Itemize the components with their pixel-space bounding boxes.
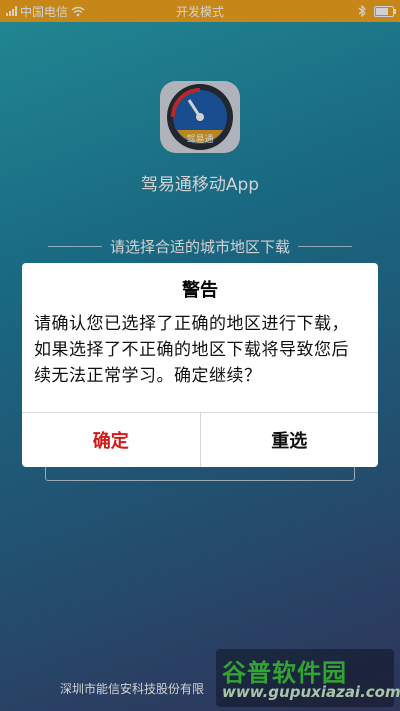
dialog-message: 请确认您已选择了正确的地区进行下载，如果选择了不正确的地区下载将导致您后续无法正…: [34, 314, 349, 386]
dialog-actions: 确定 重选: [22, 412, 378, 467]
confirm-button[interactable]: 确定: [22, 413, 201, 467]
warning-dialog: 警告 请确认您已选择了正确的地区进行下载，如果选择了不正确的地区下载将导致您后续…: [22, 263, 378, 467]
reselect-button[interactable]: 重选: [201, 413, 379, 467]
dialog-title: 警告: [182, 280, 218, 301]
